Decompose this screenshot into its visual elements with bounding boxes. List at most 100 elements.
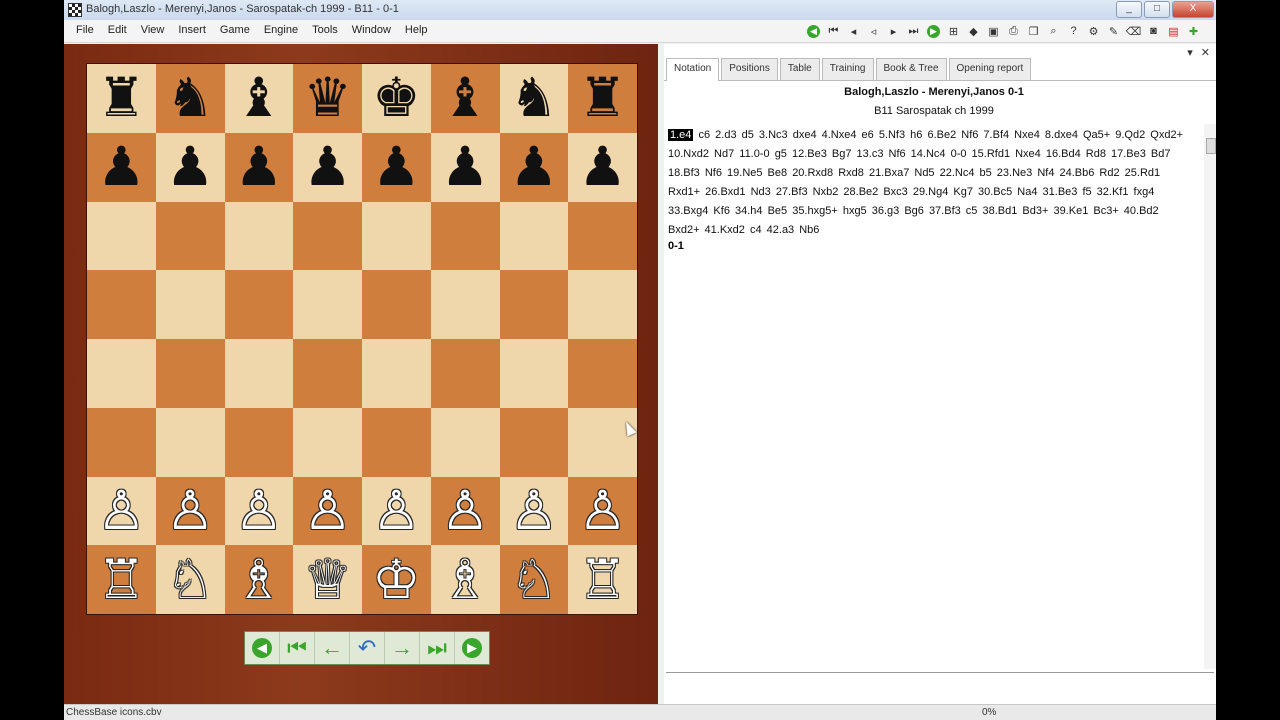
square[interactable] <box>499 201 569 271</box>
black-piece[interactable]: ♟ <box>578 140 626 194</box>
square[interactable] <box>224 407 294 477</box>
menu-tools[interactable]: Tools <box>312 24 338 36</box>
search-icon[interactable]: ⌕ <box>1045 23 1062 39</box>
square[interactable]: ♝ <box>224 64 294 133</box>
square[interactable] <box>155 201 225 271</box>
menu-view[interactable]: View <box>141 24 165 36</box>
current-move[interactable]: 1.e4 <box>668 129 694 141</box>
square[interactable]: ♟ <box>293 132 362 202</box>
menu-engine[interactable]: Engine <box>264 24 298 36</box>
square[interactable] <box>362 201 431 271</box>
white-piece[interactable]: ♙ <box>372 483 420 538</box>
square[interactable] <box>499 270 569 339</box>
black-piece[interactable]: ♟ <box>97 140 145 194</box>
square[interactable] <box>87 201 156 271</box>
go-forward-circle-button[interactable]: ▶ <box>455 632 489 664</box>
black-piece[interactable]: ♝ <box>441 71 489 125</box>
pdf-icon[interactable]: ▤ <box>1165 23 1182 39</box>
square[interactable]: ♕ <box>293 545 362 614</box>
square[interactable]: ♚ <box>362 64 431 133</box>
black-piece[interactable]: ♞ <box>166 71 214 125</box>
square[interactable] <box>499 339 569 408</box>
white-piece[interactable]: ♙ <box>235 483 283 538</box>
last-move-button[interactable]: ⏭ <box>420 632 455 664</box>
black-piece[interactable]: ♟ <box>441 140 489 194</box>
scrollbar-thumb[interactable] <box>1206 138 1216 154</box>
square[interactable]: ♞ <box>499 64 569 133</box>
square[interactable]: ♟ <box>362 132 431 202</box>
go-start-icon[interactable]: ◀ <box>807 24 820 38</box>
square[interactable]: ♘ <box>155 545 225 614</box>
square[interactable] <box>430 270 500 339</box>
square[interactable] <box>568 407 637 477</box>
square[interactable] <box>293 407 362 477</box>
new-game-icon[interactable]: ⊞ <box>945 23 962 39</box>
previous-move-button[interactable]: ← <box>315 632 350 664</box>
replace-icon[interactable]: ◆ <box>965 23 982 39</box>
black-piece[interactable]: ♟ <box>166 140 214 194</box>
back-step-icon[interactable]: ◃ <box>865 23 882 39</box>
menu-help[interactable]: Help <box>405 24 428 36</box>
chess-board[interactable]: ♜ ♞ ♝ ♛ ♚ ♝ ♞ ♜ ♟ ♟ ♟ ♟ ♟ ♟ ♟ ♟ ♙ ♙ ♙ ♙ ♙ ♙ ♙ ♙ ♖ ♘ ♗ ♕ ♔ ♗ ♘ ♖ <box>86 63 638 615</box>
black-piece[interactable]: ♚ <box>372 71 420 125</box>
square[interactable] <box>362 270 431 339</box>
copy-icon[interactable]: ❐ <box>1025 23 1042 39</box>
square[interactable] <box>155 339 225 408</box>
square[interactable] <box>87 339 156 408</box>
square[interactable] <box>568 270 637 339</box>
square[interactable] <box>362 339 431 408</box>
square[interactable] <box>568 339 637 408</box>
white-piece[interactable]: ♘ <box>166 552 214 607</box>
square[interactable]: ♙ <box>224 476 294 546</box>
white-piece[interactable]: ♙ <box>97 483 145 538</box>
square[interactable] <box>155 270 225 339</box>
minimize-button[interactable]: _ <box>1116 1 1142 18</box>
white-piece[interactable]: ♙ <box>441 483 489 538</box>
black-piece[interactable]: ♞ <box>510 71 558 125</box>
print-icon[interactable]: ⎙ <box>1005 23 1022 39</box>
menu-file[interactable]: File <box>76 24 94 36</box>
settings-icon[interactable]: ⚙ <box>1085 23 1102 39</box>
square[interactable]: ♝ <box>430 64 500 133</box>
tab-opening-report[interactable]: Opening report <box>948 58 1032 80</box>
square[interactable]: ♙ <box>293 476 362 546</box>
square[interactable]: ♟ <box>224 132 294 202</box>
square[interactable]: ♔ <box>362 545 431 614</box>
square[interactable] <box>293 201 362 271</box>
square[interactable] <box>87 407 156 477</box>
white-piece[interactable]: ♙ <box>510 483 558 538</box>
black-piece[interactable]: ♟ <box>303 140 351 194</box>
menu-window[interactable]: Window <box>352 24 391 36</box>
square[interactable]: ♛ <box>293 64 362 133</box>
square[interactable]: ♟ <box>155 132 225 202</box>
back-icon[interactable]: ◂ <box>845 23 862 39</box>
square[interactable]: ♞ <box>155 64 225 133</box>
black-piece[interactable]: ♟ <box>510 140 558 194</box>
last-icon[interactable]: ⏭ <box>905 23 922 39</box>
next-move-button[interactable]: → <box>385 632 420 664</box>
first-icon[interactable]: ⏮ <box>825 23 842 39</box>
square[interactable] <box>293 270 362 339</box>
move-text[interactable]: c6 2.d3 d5 3.Nc3 dxe4 4.Nxe4 e6 5.Nf3 h6… <box>668 129 1183 236</box>
white-piece[interactable]: ♔ <box>372 552 420 607</box>
square[interactable]: ♜ <box>87 64 156 133</box>
square[interactable]: ♙ <box>87 476 156 546</box>
white-piece[interactable]: ♙ <box>166 483 214 538</box>
square[interactable]: ♙ <box>568 476 637 546</box>
black-piece[interactable]: ♟ <box>372 140 420 194</box>
square[interactable]: ♜ <box>568 64 637 133</box>
menu-game[interactable]: Game <box>220 24 250 36</box>
black-piece[interactable]: ♟ <box>235 140 283 194</box>
tools-icon[interactable]: ✎ <box>1105 23 1122 39</box>
white-piece[interactable]: ♕ <box>303 552 351 607</box>
black-piece[interactable]: ♝ <box>235 71 283 125</box>
white-piece[interactable]: ♗ <box>235 552 283 607</box>
erase-icon[interactable]: ⌫ <box>1125 23 1142 39</box>
square[interactable]: ♙ <box>430 476 500 546</box>
black-piece[interactable]: ♜ <box>578 71 626 125</box>
black-piece[interactable]: ♜ <box>97 71 145 125</box>
tab-book-tree[interactable]: Book & Tree <box>875 58 947 80</box>
square[interactable] <box>224 201 294 271</box>
square[interactable] <box>362 407 431 477</box>
app-icon[interactable] <box>68 3 82 17</box>
